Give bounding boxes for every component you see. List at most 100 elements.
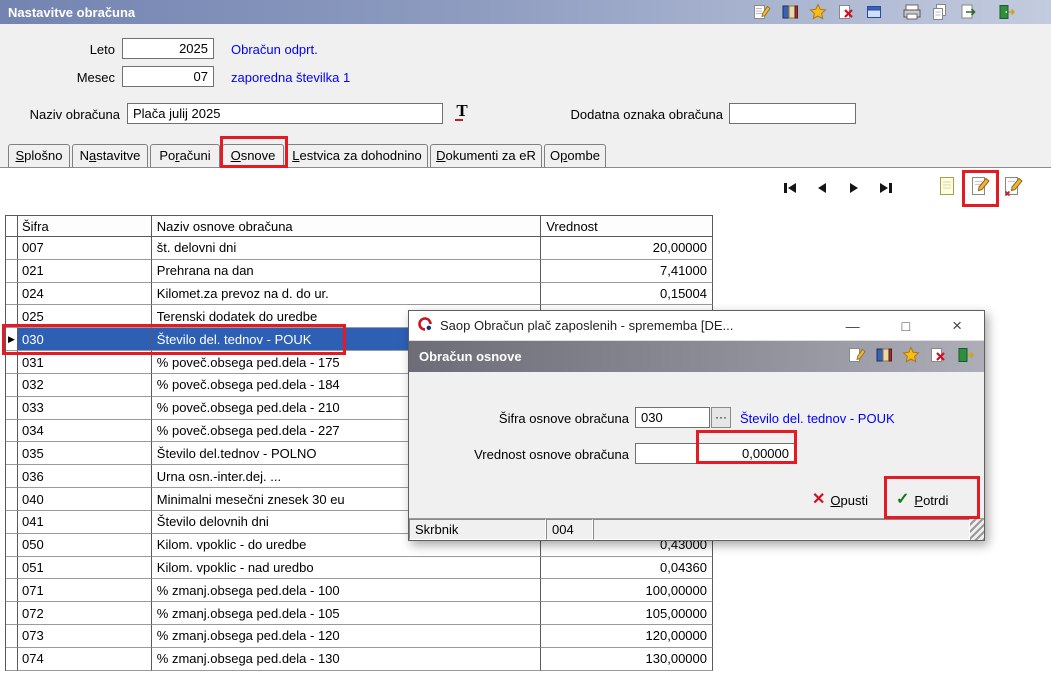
lookup-icon[interactable]: [875, 346, 893, 367]
lookup-icon[interactable]: [779, 2, 801, 22]
tab-nastavitve[interactable]: Nastavitve: [72, 144, 148, 167]
last-record-icon[interactable]: [874, 177, 898, 199]
favorites-star-icon[interactable]: [807, 2, 829, 22]
print-icon[interactable]: [901, 2, 923, 22]
row-value: 7,41000: [541, 259, 713, 283]
minimize-icon[interactable]: —: [846, 316, 860, 336]
dialog-panel-header: Obračun osnove: [409, 341, 984, 372]
obracun-status-text: Obračun odprt.: [231, 42, 318, 57]
app-window: Nastavitve obračuna Leto 2025 Obračun od…: [0, 0, 1051, 689]
table-row[interactable]: 073 % zmanj.obsega ped.dela - 120 120,00…: [6, 625, 713, 648]
row-code: 021: [17, 259, 152, 283]
tab-dokumenti-za-er[interactable]: Dokumenti za eR: [430, 144, 542, 167]
copy-icon[interactable]: [929, 2, 951, 22]
dialog-title: Saop Obračun plač zaposlenih - sprememba…: [440, 318, 734, 333]
row-indicator: [6, 396, 18, 420]
row-code: 073: [17, 625, 152, 648]
table-row[interactable]: 021 Prehrana na dan 7,41000: [6, 259, 713, 283]
dialog-header-toolbar: [848, 346, 975, 367]
row-indicator: [6, 351, 18, 374]
row-indicator: [6, 259, 18, 283]
row-code: 033: [17, 396, 152, 420]
header-indicator-cell: [6, 215, 18, 237]
row-name: % zmanj.obsega ped.dela - 100: [151, 579, 542, 603]
edit-advanced-icon[interactable]: [1002, 174, 1024, 198]
edit-record-icon[interactable]: [969, 174, 991, 198]
zaporedna-stevilka-text: zaporedna številka 1: [231, 70, 351, 85]
tab-lestvica-za-dohodnino[interactable]: Lestvica za dohodnino: [286, 144, 428, 167]
window-icon[interactable]: [863, 2, 885, 22]
header-naziv[interactable]: Naziv osnove obračuna: [151, 215, 542, 237]
main-titlebar[interactable]: Nastavitve obračuna: [0, 0, 1051, 24]
naziv-obracuna-field[interactable]: [127, 103, 443, 124]
delete-icon[interactable]: [835, 2, 857, 22]
row-code: 051: [17, 556, 152, 580]
previous-record-icon[interactable]: [810, 177, 834, 199]
dialog-titlebar[interactable]: Saop Obračun plač zaposlenih - sprememba…: [409, 311, 984, 341]
font-icon[interactable]: T: [453, 101, 471, 121]
table-row[interactable]: 072 % zmanj.obsega ped.dela - 105 105,00…: [6, 602, 713, 626]
row-code: 032: [17, 373, 152, 397]
opusti-label: Opusti: [830, 492, 868, 508]
row-indicator: [6, 373, 18, 397]
leto-field[interactable]: [122, 38, 214, 59]
row-indicator: [6, 579, 18, 603]
row-code: 035: [17, 442, 152, 466]
lookup-dots-button[interactable]: ···: [711, 407, 731, 428]
row-code: 034: [17, 419, 152, 443]
obracun-osnove-dialog: Saop Obračun plač zaposlenih - sprememba…: [408, 310, 985, 541]
row-value: 20,00000: [541, 237, 713, 260]
row-value: 130,00000: [541, 647, 713, 671]
row-indicator: [6, 465, 18, 489]
resize-grip[interactable]: [970, 519, 984, 540]
header-sifra[interactable]: Šifra: [17, 215, 152, 237]
tab-opombe[interactable]: Opombe: [544, 144, 606, 167]
opusti-button[interactable]: ✕ Opusti: [812, 492, 868, 508]
table-header: Šifra Naziv osnove obračuna Vrednost: [5, 215, 713, 237]
row-indicator: [6, 488, 18, 511]
row-indicator: [6, 305, 18, 329]
leto-label: Leto: [89, 42, 115, 57]
header-vrednost[interactable]: Vrednost: [541, 215, 713, 237]
exit-icon[interactable]: [956, 346, 975, 367]
row-indicator: [6, 419, 18, 443]
exit-icon[interactable]: [995, 2, 1017, 22]
edit-icon[interactable]: [848, 346, 866, 367]
next-record-icon[interactable]: [842, 177, 866, 199]
edit-icon[interactable]: [751, 2, 773, 22]
table-row[interactable]: 071 % zmanj.obsega ped.dela - 100 100,00…: [6, 579, 713, 603]
vrednost-osnove-field[interactable]: [635, 443, 795, 464]
osnova-name-text: Število del. tednov - POUK: [740, 411, 895, 426]
row-code: 041: [17, 510, 152, 534]
sifra-osnove-field[interactable]: [635, 407, 710, 428]
table-row[interactable]: 074 % zmanj.obsega ped.dela - 130 130,00…: [6, 647, 713, 671]
titlebar-toolbar: [751, 2, 1017, 22]
export-icon[interactable]: [957, 2, 979, 22]
mesec-field[interactable]: [122, 66, 214, 87]
first-record-icon[interactable]: [778, 177, 802, 199]
naziv-obracuna-label: Naziv obračuna: [29, 107, 120, 122]
row-code: 024: [17, 282, 152, 306]
confirm-check-icon: ✓: [896, 491, 910, 508]
window-title: Nastavitve obračuna: [8, 4, 136, 20]
table-row[interactable]: 024 Kilomet.za prevoz na d. do ur. 0,150…: [6, 282, 713, 306]
delete-icon[interactable]: [929, 346, 947, 367]
tab-osnove[interactable]: Osnove: [222, 144, 284, 168]
row-code: 040: [17, 488, 152, 511]
table-row[interactable]: 051 Kilom. vpoklic - nad uredbo 0,04360: [6, 556, 713, 580]
row-value: 0,04360: [541, 556, 713, 580]
dialog-window-controls: — □ ×: [846, 316, 962, 336]
row-value: 120,00000: [541, 625, 713, 648]
row-value: 100,00000: [541, 579, 713, 603]
tab-splosno[interactable]: Splošno: [8, 144, 70, 167]
favorites-star-icon[interactable]: [902, 346, 920, 367]
tab-poracuni[interactable]: Poračuni: [150, 144, 220, 167]
potrdi-label: Potrdi: [914, 492, 949, 508]
potrdi-button[interactable]: ✓ Potrdi: [896, 492, 948, 508]
table-row[interactable]: 007 št. delovni dni 20,00000: [6, 237, 713, 260]
close-icon[interactable]: ×: [952, 316, 962, 336]
insert-record-icon[interactable]: [936, 174, 958, 198]
maximize-icon[interactable]: □: [902, 316, 910, 336]
dodatna-oznaka-field[interactable]: [729, 103, 856, 124]
row-name: % zmanj.obsega ped.dela - 130: [151, 647, 542, 671]
